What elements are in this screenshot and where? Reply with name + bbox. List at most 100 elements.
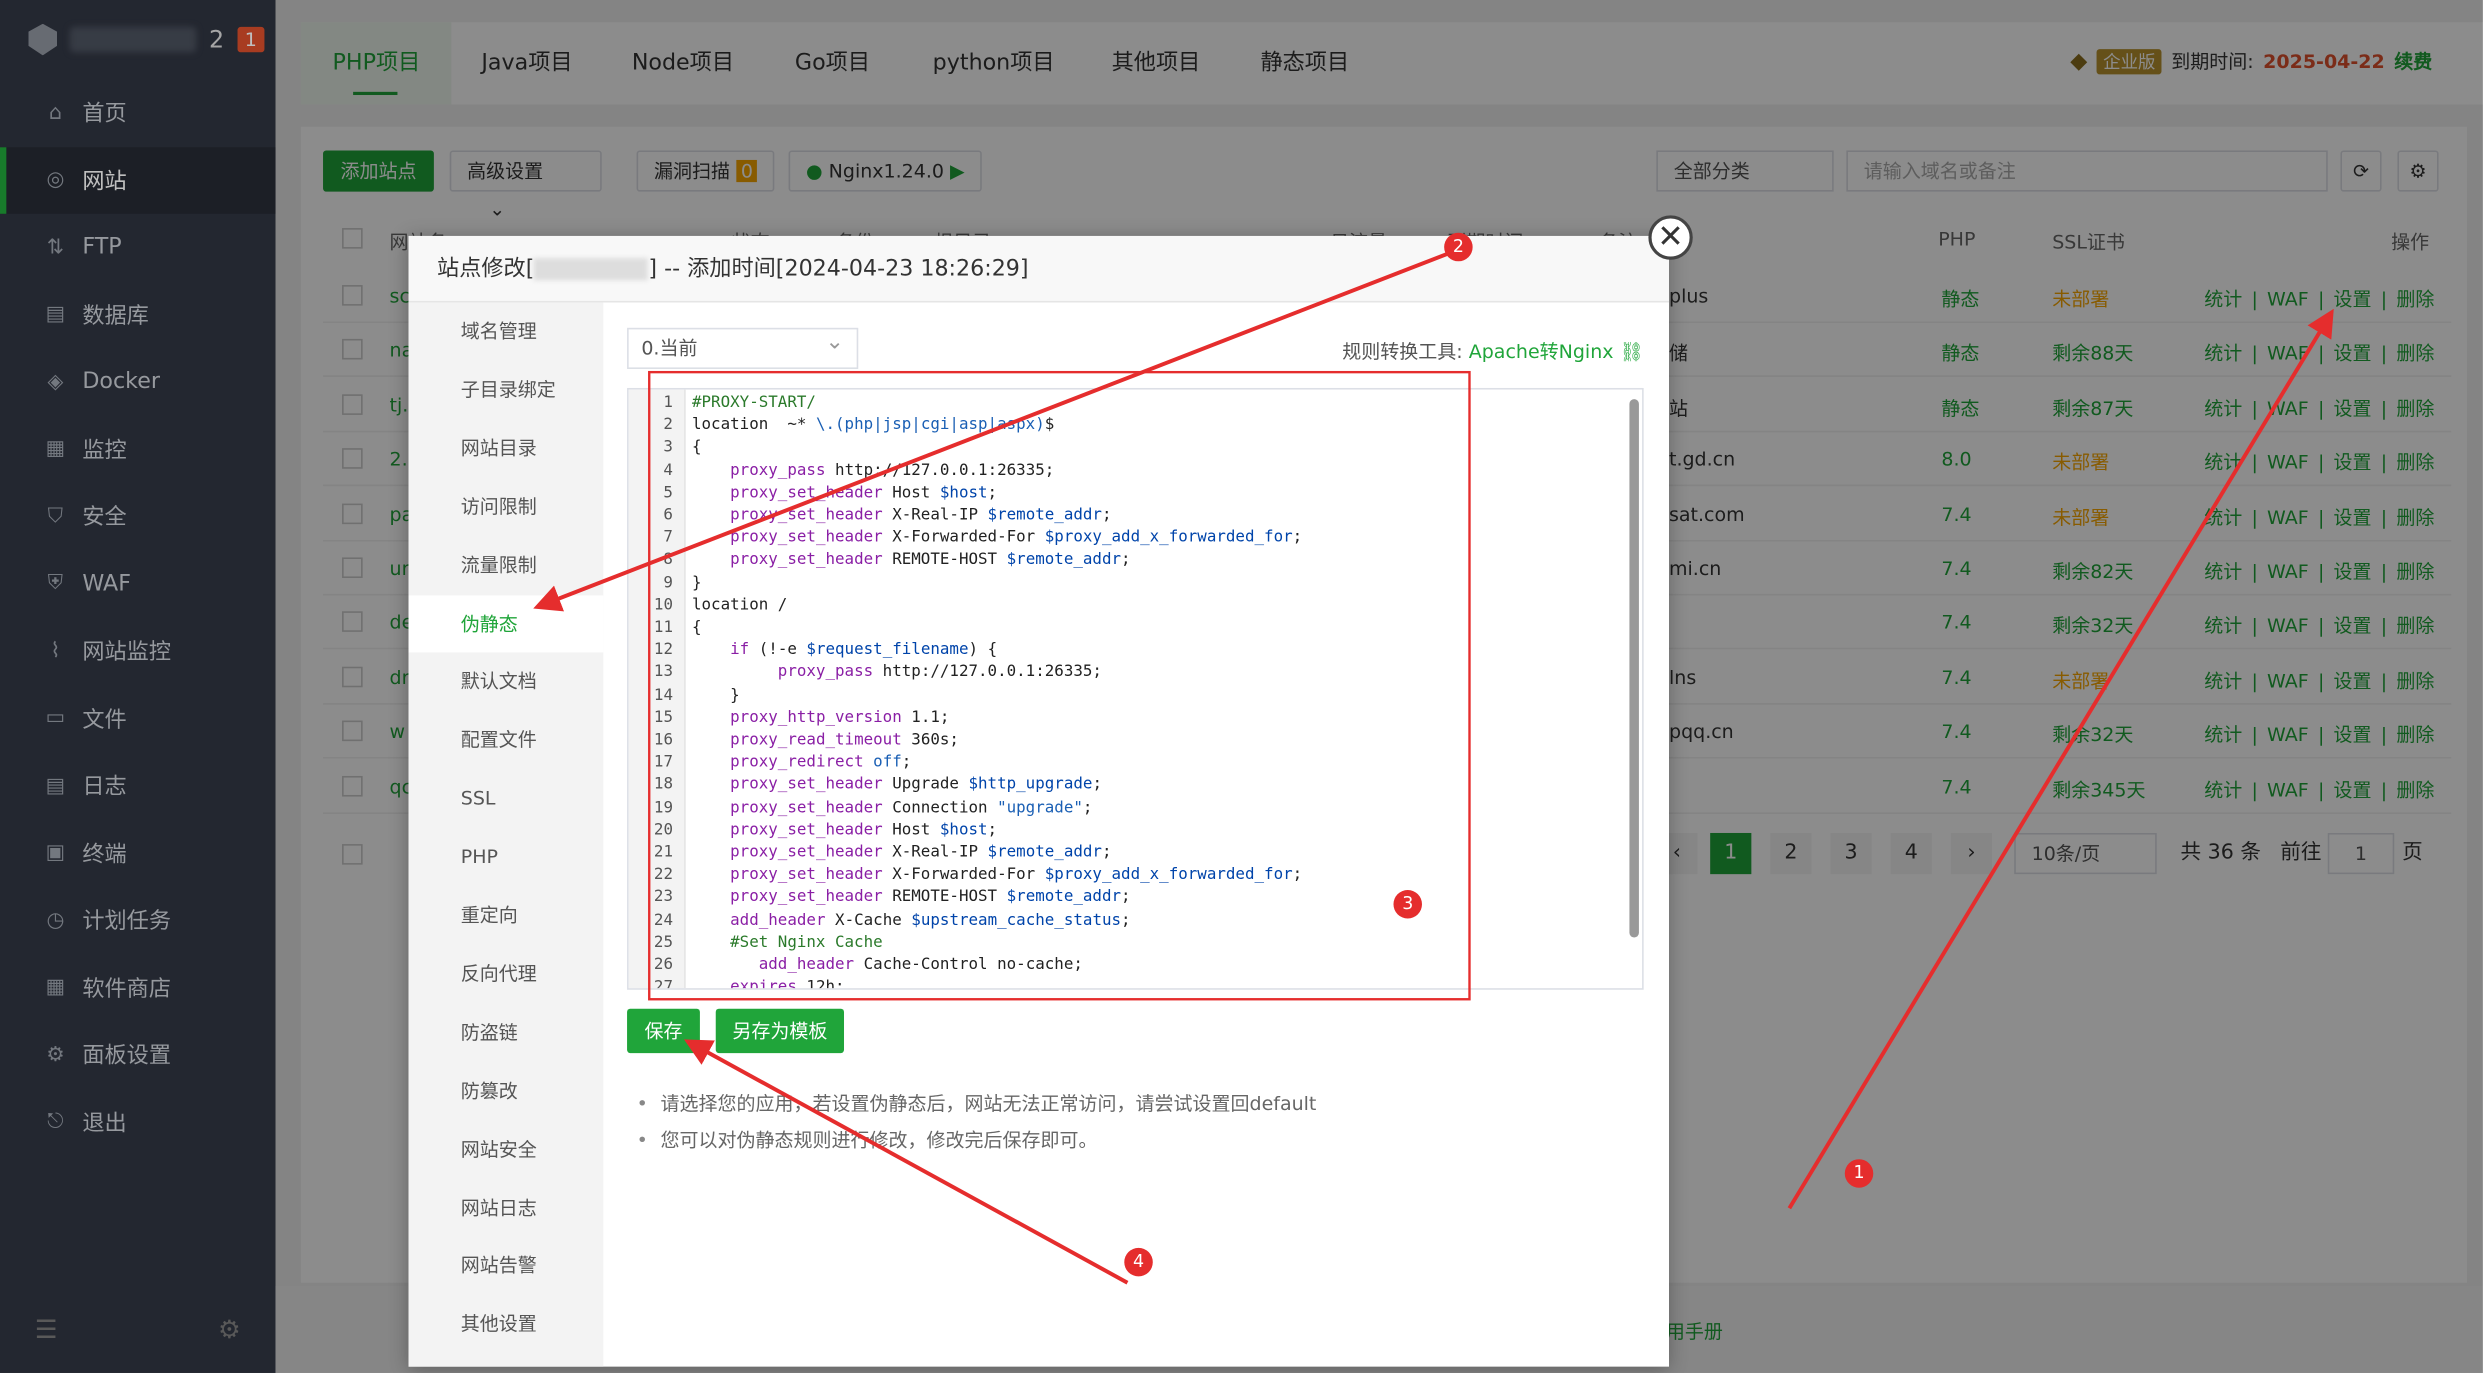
code-line: 3{ <box>629 438 1642 460</box>
code-text: } <box>691 686 740 705</box>
code-text: #PROXY-START/ <box>691 394 816 412</box>
code-line: 20 proxy_set_header Host $host; <box>629 820 1642 842</box>
modal-nav-item-14[interactable]: 网站安全 <box>409 1121 604 1178</box>
line-number: 19 <box>653 799 673 817</box>
code-text: proxy_pass http://127.0.0.1:26335; <box>730 461 1055 480</box>
code-line: 19 proxy_set_header Connection "upgrade"… <box>629 797 1642 819</box>
modal-nav-item-8[interactable]: SSL <box>409 770 604 827</box>
code-text: proxy_http_version 1.1; <box>730 709 950 727</box>
annotation-2: 2 <box>1444 232 1473 262</box>
code-line: 16 proxy_read_timeout 360s; <box>629 730 1642 752</box>
convert-label: 规则转换工具: <box>1342 340 1463 363</box>
line-number: 2 <box>663 416 673 435</box>
line-number: 9 <box>663 574 673 592</box>
editor-scrollbar[interactable] <box>1629 399 1639 938</box>
modal-nav-item-9[interactable]: PHP <box>409 828 604 885</box>
apache-to-nginx-link[interactable]: Apache转Nginx <box>1469 340 1614 362</box>
code-text: proxy_set_header Upgrade $http_upgrade; <box>730 776 1102 795</box>
code-text: if (!-e $request_filename) { <box>730 641 998 660</box>
code-line: 2 location ~* \.(php|jsp|cgi|asp|aspx)$ <box>629 415 1642 437</box>
line-number: 20 <box>653 821 673 839</box>
modal-nav-item-4[interactable]: 流量限制 <box>409 536 604 593</box>
version-select[interactable]: 0.当前 <box>627 323 859 369</box>
line-number: 16 <box>653 731 673 750</box>
code-text: proxy_set_header X-Forwarded-For $proxy_… <box>730 529 1303 547</box>
close-icon[interactable]: ✕ <box>1648 215 1693 260</box>
modal-nav-item-16[interactable]: 网站告警 <box>409 1237 604 1294</box>
sidebar-overlay <box>0 0 276 1373</box>
line-number: 21 <box>653 844 673 862</box>
code-line: 23 proxy_set_header REMOTE-HOST $remote_… <box>629 887 1642 909</box>
code-text: location ~* \.(php|jsp|cgi|asp|aspx)$ <box>691 416 1055 435</box>
line-number: 24 <box>653 911 673 929</box>
line-number: 1 <box>663 394 673 412</box>
line-number: 18 <box>653 776 673 795</box>
code-line: 5 proxy_set_header Host $host; <box>629 483 1642 505</box>
modal-nav-item-10[interactable]: 重定向 <box>409 887 604 944</box>
modal-nav-item-17[interactable]: 其他设置 <box>409 1296 604 1353</box>
modal-nav-item-0[interactable]: 域名管理 <box>409 302 604 359</box>
title-prefix: 站点修改[ <box>437 256 535 282</box>
line-number: 14 <box>653 686 673 705</box>
site-name-blurred <box>534 258 649 281</box>
code-text: location / <box>691 596 788 615</box>
code-text: proxy_set_header X-Forwarded-For $proxy_… <box>730 866 1303 884</box>
line-number: 12 <box>653 641 673 660</box>
modal-nav-item-11[interactable]: 反向代理 <box>409 945 604 1002</box>
code-line: 14 } <box>629 685 1642 707</box>
line-number: 17 <box>653 754 673 772</box>
line-number: 8 <box>663 551 673 570</box>
line-number: 26 <box>653 956 673 974</box>
line-number: 22 <box>653 866 673 884</box>
code-line: 25 #Set Nginx Cache <box>629 932 1642 954</box>
modal-nav-item-15[interactable]: 网站日志 <box>409 1179 604 1236</box>
code-line: 7 proxy_set_header X-Forwarded-For $prox… <box>629 528 1642 550</box>
modal-nav: 域名管理 子目录绑定 网站目录 访问限制 流量限制 伪静态 默认文档 配置文件 SSL PHP 重定… <box>408 302 604 1367</box>
modal-nav-item-13[interactable]: 防篡改 <box>409 1062 604 1119</box>
code-line: 4 proxy_pass http://127.0.0.1:26335; <box>629 460 1642 482</box>
code-text: proxy_set_header REMOTE-HOST $remote_add… <box>730 551 1131 570</box>
annotation-3: 3 <box>1393 889 1422 919</box>
title-suffix: ] -- 添加时间[2024-04-23 18:26:29] <box>648 256 1029 282</box>
code-text: proxy_set_header X-Real-IP $remote_addr; <box>730 844 1112 862</box>
code-text: add_header Cache-Control no-cache; <box>758 956 1083 974</box>
code-text: expires 12h; <box>730 978 845 990</box>
modal-nav-item-7[interactable]: 配置文件 <box>409 712 604 769</box>
code-line: 11 { <box>629 618 1642 640</box>
code-line: 15 proxy_http_version 1.1; <box>629 708 1642 730</box>
convert-tool: 规则转换工具: Apache转Nginx ⛓ <box>1342 337 1643 364</box>
modal-nav-item-1[interactable]: 子目录绑定 <box>409 361 604 418</box>
code-line: 6 proxy_set_header X-Real-IP $remote_add… <box>629 505 1642 527</box>
code-text: add_header X-Cache $upstream_cache_statu… <box>730 911 1131 929</box>
modal-nav-item-2[interactable]: 网站目录 <box>409 419 604 476</box>
line-number: 11 <box>653 619 673 637</box>
save-button[interactable]: 保存 <box>627 1008 700 1054</box>
code-line: 9} <box>629 573 1642 595</box>
modal-nav-item-5[interactable]: 伪静态 <box>408 594 604 652</box>
line-number: 23 <box>653 889 673 907</box>
code-text: proxy_redirect off; <box>730 754 912 772</box>
code-line: 1 #PROXY-START/ <box>629 393 1642 415</box>
code-line: 21 proxy_set_header X-Real-IP $remote_ad… <box>629 842 1642 864</box>
code-line: 22 proxy_set_header X-Forwarded-For $pro… <box>629 865 1642 887</box>
site-edit-modal: 站点修改[ ] -- 添加时间[2024-04-23 18:26:29] 域名管理… <box>408 235 1670 1367</box>
tip-2: 您可以对伪静态规则进行修改，修改完后保存即可。 <box>637 1126 1097 1153</box>
line-number: 13 <box>653 664 673 682</box>
code-line: 8 proxy_set_header REMOTE-HOST $remote_a… <box>629 550 1642 572</box>
modal-nav-item-6[interactable]: 默认文档 <box>409 653 604 710</box>
line-number: 7 <box>663 529 673 547</box>
save-as-template-button[interactable]: 另存为模板 <box>715 1008 845 1054</box>
code-line: 27 expires 12h; <box>629 977 1642 990</box>
modal-nav-item-12[interactable]: 防盗链 <box>409 1004 604 1061</box>
code-text: } <box>691 574 702 592</box>
rewrite-code-editor[interactable]: 1 #PROXY-START/2 location ~* \.(php|jsp|cg… <box>627 387 1644 990</box>
modal-nav-item-3[interactable]: 访问限制 <box>409 478 604 535</box>
annotation-1: 1 <box>1844 1159 1874 1188</box>
code-text: proxy_set_header Host $host; <box>730 484 998 502</box>
modal-title: 站点修改[ ] -- 添加时间[2024-04-23 18:26:29] <box>408 235 1670 303</box>
line-number: 6 <box>663 506 673 525</box>
code-text: proxy_pass http://127.0.0.1:26335; <box>777 664 1102 682</box>
code-text: proxy_set_header Connection "upgrade"; <box>730 799 1093 817</box>
code-text: proxy_set_header REMOTE-HOST $remote_add… <box>730 889 1131 907</box>
line-number: 25 <box>653 934 673 952</box>
